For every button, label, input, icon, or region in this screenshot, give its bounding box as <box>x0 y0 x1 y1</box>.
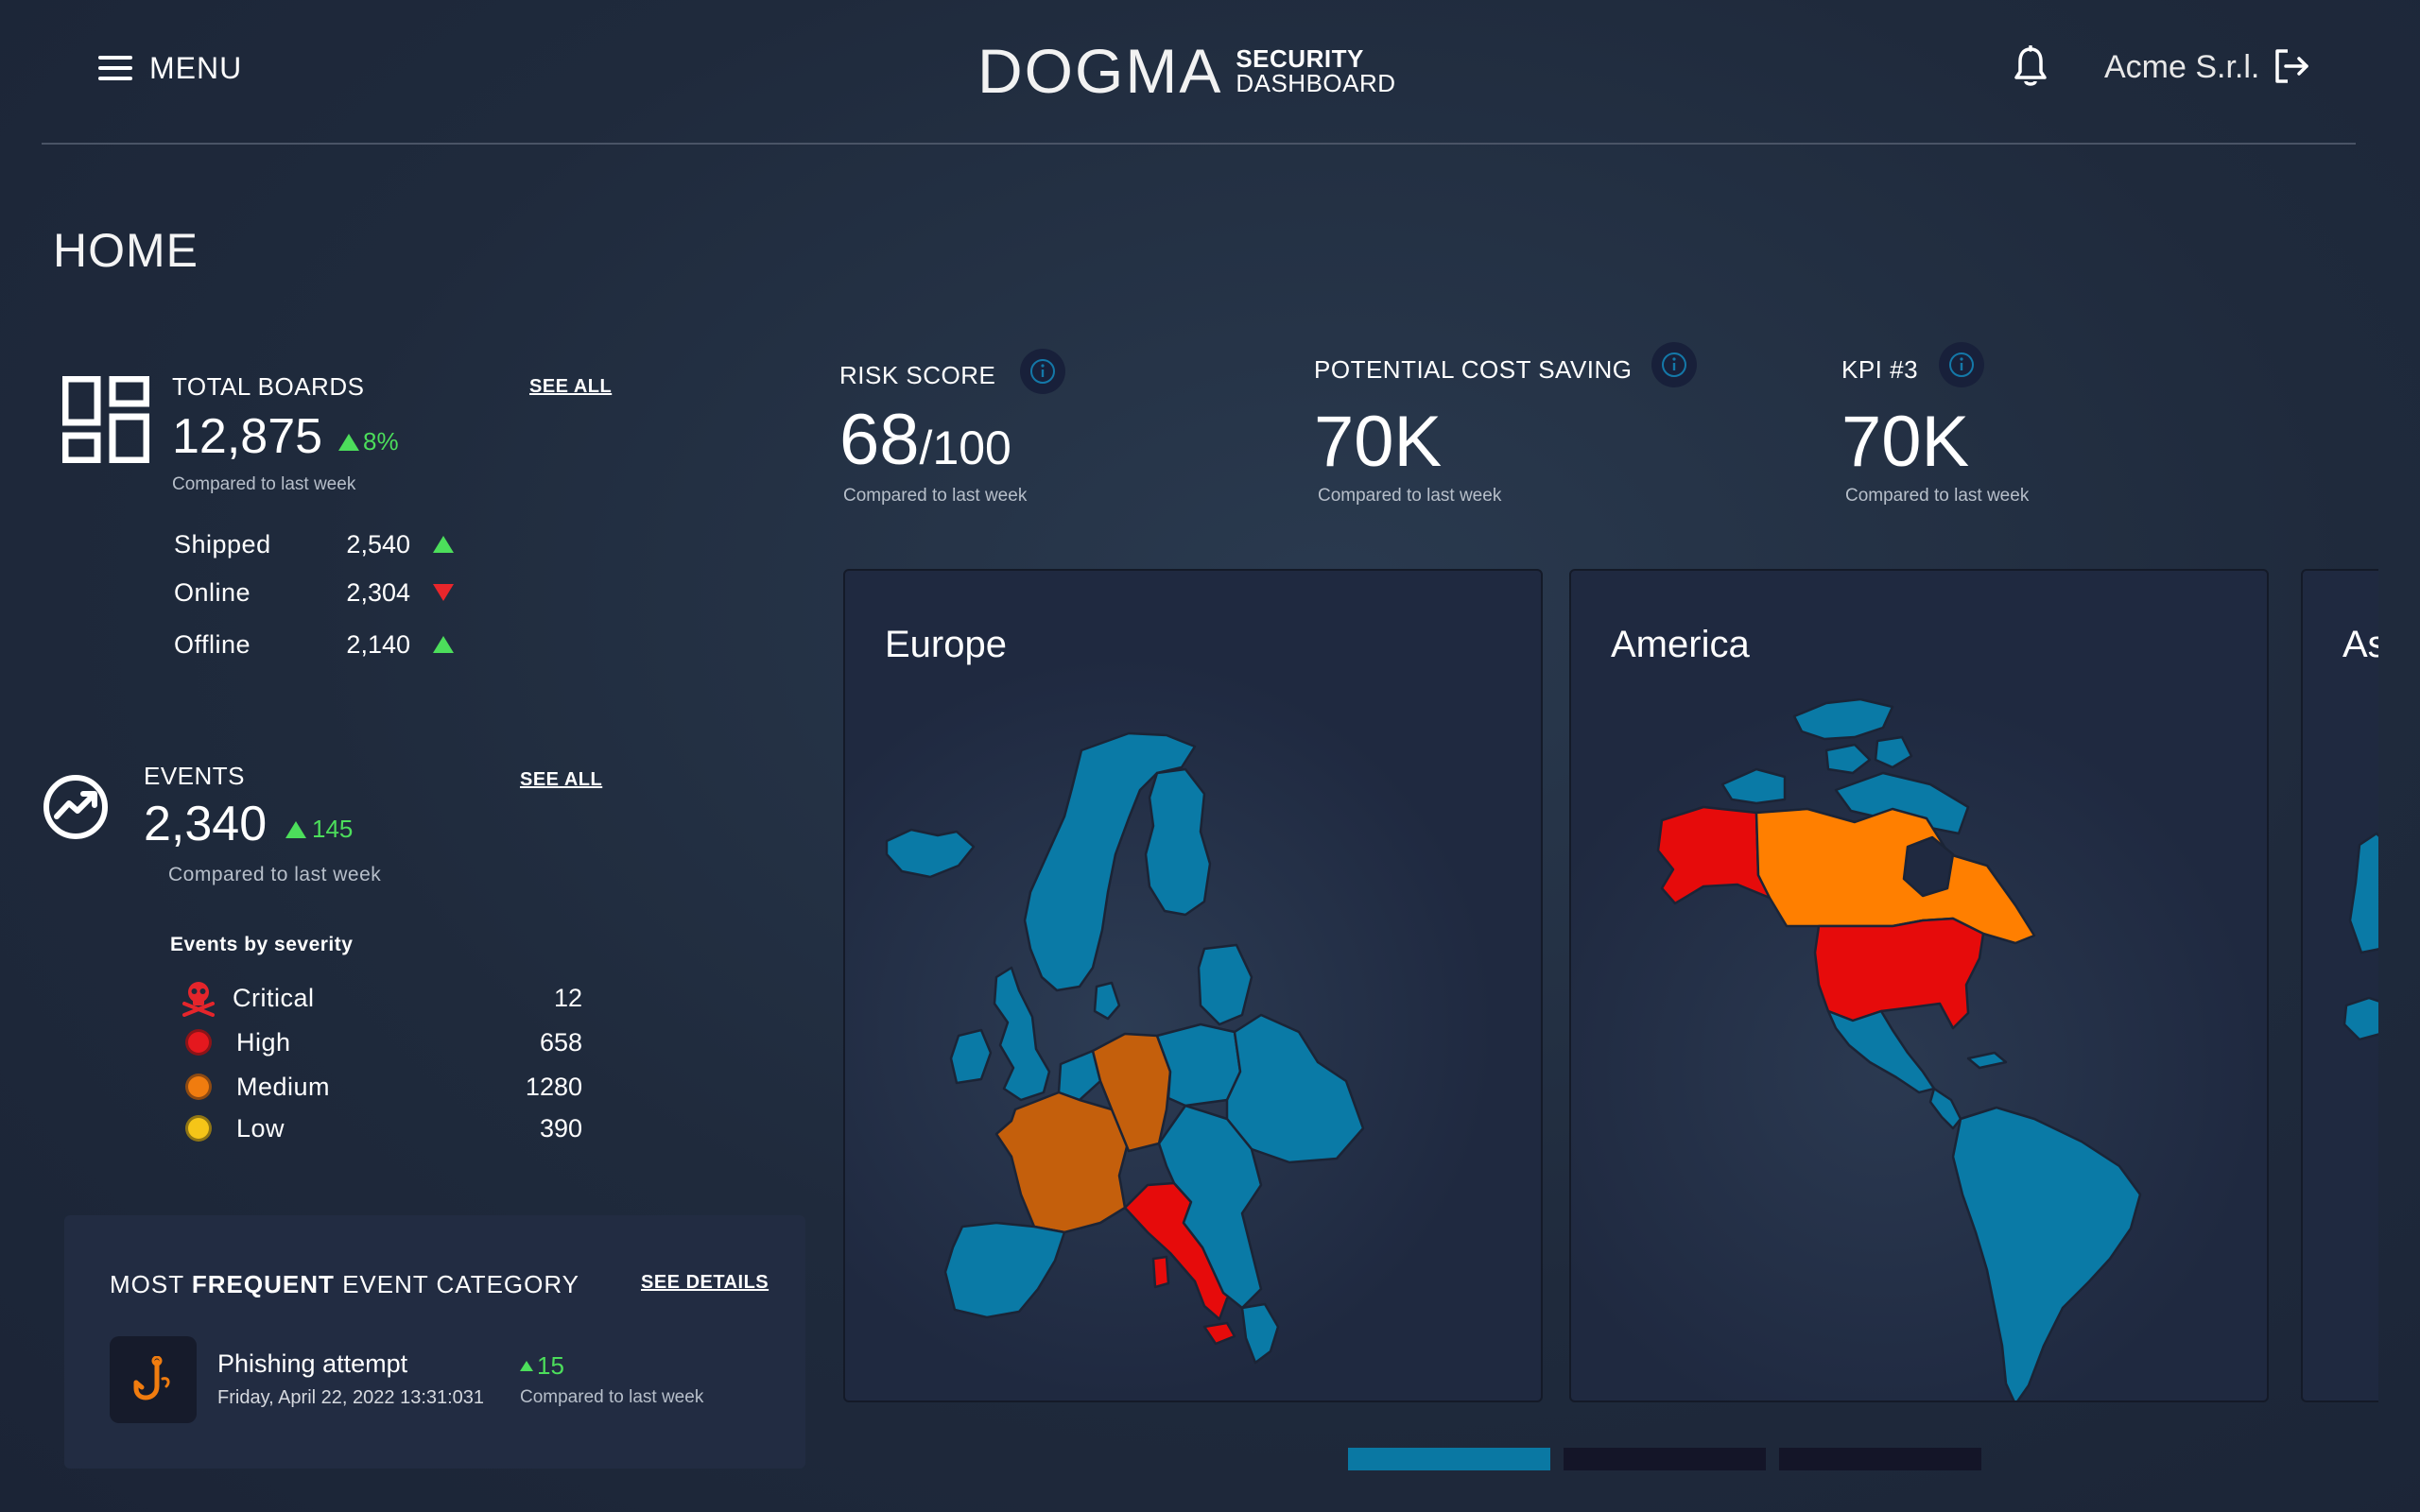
header-divider <box>42 143 2356 145</box>
phishing-hook-tile <box>110 1336 197 1423</box>
events-value: 2,340 <box>144 797 268 851</box>
boards-row-shipped: Shipped 2,540 <box>174 527 458 561</box>
low-severity-dot-icon <box>188 1118 209 1139</box>
america-map-card[interactable]: America <box>1569 569 2269 1402</box>
asia-map-card[interactable]: As <box>2301 569 2378 1402</box>
high-severity-dot-icon <box>188 1032 209 1053</box>
cost-saving-compared: Compared to last week <box>1318 486 1502 506</box>
severity-row-low: Low 390 <box>174 1109 599 1147</box>
total-boards-value: 12,875 <box>172 409 323 464</box>
europe-map[interactable] <box>845 571 1543 1402</box>
severity-row-critical: Critical 12 <box>174 979 599 1017</box>
app-logo: DOGMA SECURITY DASHBOARD <box>977 36 1396 106</box>
total-boards-label: TOTAL BOARDS <box>172 372 365 401</box>
cost-saving-label: POTENTIAL COST SAVING <box>1314 355 1633 384</box>
phishing-name: Phishing attempt <box>217 1349 408 1378</box>
europe-map-card[interactable]: Europe <box>843 569 1543 1402</box>
trend-down-icon <box>433 583 454 601</box>
total-boards-see-all-link[interactable]: SEE ALL <box>529 376 612 398</box>
severity-row-high: High 658 <box>174 1023 599 1061</box>
phishing-compared: Compared to last week <box>520 1387 704 1407</box>
cost-saving-value: 70K <box>1314 402 1443 482</box>
most-frequent-title: MOST FREQUENT EVENT CATEGORY <box>110 1270 580 1298</box>
menu-button[interactable]: MENU <box>98 49 242 87</box>
kpi3-label: KPI #3 <box>1841 355 1919 384</box>
events-see-all-link[interactable]: SEE ALL <box>520 769 602 791</box>
carousel-page-1[interactable] <box>1348 1448 1550 1470</box>
risk-score-compared: Compared to last week <box>843 486 1028 506</box>
kpi3-compared: Compared to last week <box>1845 486 2030 506</box>
trend-up-icon <box>285 820 306 838</box>
america-map-title: America <box>1611 624 1750 665</box>
trend-up-icon <box>433 535 454 553</box>
europe-map-title: Europe <box>885 624 1007 665</box>
bell-icon[interactable] <box>2012 45 2049 89</box>
risk-score-info-icon[interactable] <box>1019 348 1066 395</box>
fishing-hook-icon <box>133 1356 170 1400</box>
menu-label: MENU <box>149 50 243 85</box>
events-change: 145 <box>285 815 353 844</box>
severity-title: Events by severity <box>170 934 354 955</box>
skull-icon <box>182 982 215 1017</box>
severity-row-medium: Medium 1280 <box>174 1068 599 1106</box>
logo-word: DOGMA <box>977 36 1223 106</box>
asia-map[interactable] <box>2303 571 2378 1402</box>
cost-saving-info-icon[interactable] <box>1651 341 1698 388</box>
trend-up-icon <box>338 433 359 451</box>
trend-up-icon <box>520 1361 533 1371</box>
logo-line-2: DASHBOARD <box>1236 69 1396 97</box>
trending-chart-icon <box>43 775 108 839</box>
logout-icon[interactable] <box>2273 47 2310 85</box>
events-compared: Compared to last week <box>168 864 382 885</box>
carousel-page-2[interactable] <box>1564 1448 1766 1470</box>
total-boards-change: 8% <box>338 427 399 456</box>
boards-row-online: Online 2,304 <box>174 576 458 610</box>
risk-score-value: 68/100 <box>839 400 1011 480</box>
phishing-date: Friday, April 22, 2022 13:31:031 <box>217 1387 485 1408</box>
events-label: EVENTS <box>144 762 246 790</box>
trend-up-icon <box>433 635 454 653</box>
america-map[interactable] <box>1571 571 2269 1402</box>
logo-line-1: SECURITY <box>1236 44 1364 73</box>
page-title: HOME <box>53 224 199 277</box>
phishing-change: 15 <box>520 1351 564 1381</box>
see-details-link[interactable]: SEE DETAILS <box>641 1272 769 1294</box>
boards-grid-icon <box>62 376 149 463</box>
kpi3-info-icon[interactable] <box>1938 341 1985 388</box>
boards-row-offline: Offline 2,140 <box>174 627 458 662</box>
total-boards-compared: Compared to last week <box>172 474 356 494</box>
kpi3-value: 70K <box>1841 402 1970 482</box>
carousel-page-3[interactable] <box>1779 1448 1981 1470</box>
medium-severity-dot-icon <box>188 1076 209 1097</box>
company-name: Acme S.r.l. <box>2104 49 2260 85</box>
risk-score-label: RISK SCORE <box>839 361 996 389</box>
hamburger-icon <box>98 56 132 80</box>
asia-map-title: As <box>2342 624 2378 665</box>
